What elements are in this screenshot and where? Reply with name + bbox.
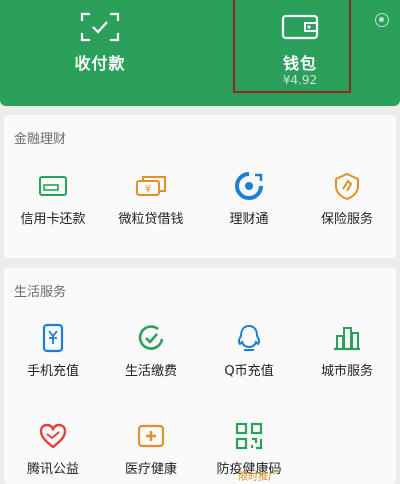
pay-receive-label: 收付款 bbox=[74, 54, 126, 73]
health-code-icon bbox=[233, 420, 265, 452]
bill-payment-icon bbox=[135, 322, 167, 354]
promo-tag: 限时推广 bbox=[238, 472, 278, 483]
licaitong-label: 理财通 bbox=[229, 212, 269, 227]
finance-section-title: 金融理财 bbox=[14, 132, 67, 147]
city-service-label: 城市服务 bbox=[320, 364, 373, 379]
credit-card-repay-label: 信用卡还款 bbox=[20, 212, 86, 227]
weilidai-loan-label: 微粒贷借钱 bbox=[118, 212, 184, 227]
phone-topup-icon bbox=[37, 322, 69, 354]
pay-receive-button[interactable]: 收付款 bbox=[0, 0, 200, 106]
scan-frame-icon bbox=[80, 12, 120, 46]
loan-icon: ¥ bbox=[135, 170, 167, 202]
wallet-highlight-box bbox=[233, 0, 351, 93]
qq-coin-label: Q币充值 bbox=[224, 364, 274, 379]
credit-card-icon bbox=[37, 170, 69, 202]
life-services-section: 生活服务 手机充值 生活缴费 Q币充值 城市服务 腾讯公益 医疗健康 防疫健康码 bbox=[4, 268, 396, 484]
top-banner: 收付款 钱包 ¥4.92 bbox=[0, 0, 400, 106]
qq-coin-icon bbox=[233, 322, 265, 354]
phone-topup-label: 手机充值 bbox=[26, 364, 79, 379]
svg-text:¥: ¥ bbox=[145, 184, 151, 195]
finance-section: 金融理财 信用卡还款 ¥ 微粒贷借钱 理财通 保险服务 bbox=[4, 115, 396, 258]
insurance-label: 保险服务 bbox=[320, 212, 373, 227]
medical-icon bbox=[135, 420, 167, 452]
city-service-icon bbox=[331, 322, 363, 354]
wealth-icon bbox=[233, 170, 265, 202]
tencent-charity-label: 腾讯公益 bbox=[26, 462, 79, 477]
medical-health-label: 医疗健康 bbox=[124, 462, 177, 477]
settings-icon[interactable] bbox=[375, 13, 389, 27]
charity-icon bbox=[37, 420, 69, 452]
insurance-icon bbox=[331, 170, 363, 202]
life-services-title: 生活服务 bbox=[14, 285, 67, 300]
bill-payment-label: 生活缴费 bbox=[124, 364, 177, 379]
